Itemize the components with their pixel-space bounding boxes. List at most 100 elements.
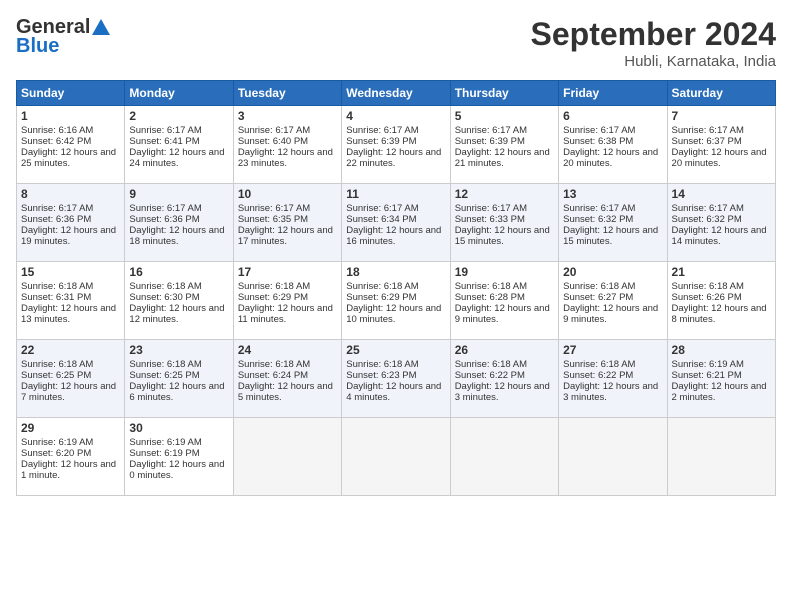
sunrise-text: Sunrise: 6:19 AM (21, 437, 93, 448)
sunrise-text: Sunrise: 6:18 AM (346, 359, 418, 370)
title-block: September 2024 Hubli, Karnataka, India (531, 16, 776, 70)
calendar-day-cell: 30Sunrise: 6:19 AMSunset: 6:19 PMDayligh… (125, 418, 233, 496)
day-number: 28 (672, 343, 771, 357)
sunrise-text: Sunrise: 6:18 AM (346, 281, 418, 292)
sunset-text: Sunset: 6:39 PM (455, 136, 525, 147)
day-number: 14 (672, 187, 771, 201)
day-number: 18 (346, 265, 445, 279)
daylight-text: Daylight: 12 hours and 15 minutes. (455, 225, 550, 247)
daylight-text: Daylight: 12 hours and 10 minutes. (346, 303, 441, 325)
calendar-day-cell: 29Sunrise: 6:19 AMSunset: 6:20 PMDayligh… (17, 418, 125, 496)
sunset-text: Sunset: 6:21 PM (672, 370, 742, 381)
sunrise-text: Sunrise: 6:17 AM (563, 125, 635, 136)
calendar-day-cell (233, 418, 341, 496)
sunset-text: Sunset: 6:35 PM (238, 214, 308, 225)
calendar-header-cell: Tuesday (233, 81, 341, 106)
daylight-text: Daylight: 12 hours and 3 minutes. (455, 381, 550, 403)
calendar-day-cell: 9Sunrise: 6:17 AMSunset: 6:36 PMDaylight… (125, 184, 233, 262)
sunset-text: Sunset: 6:23 PM (346, 370, 416, 381)
sunset-text: Sunset: 6:40 PM (238, 136, 308, 147)
daylight-text: Daylight: 12 hours and 6 minutes. (129, 381, 224, 403)
sunset-text: Sunset: 6:42 PM (21, 136, 91, 147)
day-number: 6 (563, 109, 662, 123)
calendar-day-cell: 7Sunrise: 6:17 AMSunset: 6:37 PMDaylight… (667, 106, 775, 184)
day-number: 2 (129, 109, 228, 123)
logo: General Blue (16, 16, 112, 58)
day-number: 3 (238, 109, 337, 123)
calendar-day-cell: 8Sunrise: 6:17 AMSunset: 6:36 PMDaylight… (17, 184, 125, 262)
calendar-day-cell: 1Sunrise: 6:16 AMSunset: 6:42 PMDaylight… (17, 106, 125, 184)
sunrise-text: Sunrise: 6:18 AM (238, 359, 310, 370)
day-number: 12 (455, 187, 554, 201)
calendar-header-cell: Sunday (17, 81, 125, 106)
daylight-text: Daylight: 12 hours and 24 minutes. (129, 147, 224, 169)
day-number: 11 (346, 187, 445, 201)
sunrise-text: Sunrise: 6:17 AM (21, 203, 93, 214)
calendar-week-row: 22Sunrise: 6:18 AMSunset: 6:25 PMDayligh… (17, 340, 776, 418)
calendar-day-cell: 14Sunrise: 6:17 AMSunset: 6:32 PMDayligh… (667, 184, 775, 262)
sunset-text: Sunset: 6:28 PM (455, 292, 525, 303)
daylight-text: Daylight: 12 hours and 16 minutes. (346, 225, 441, 247)
sunrise-text: Sunrise: 6:17 AM (238, 203, 310, 214)
sunrise-text: Sunrise: 6:17 AM (129, 125, 201, 136)
sunset-text: Sunset: 6:32 PM (563, 214, 633, 225)
daylight-text: Daylight: 12 hours and 15 minutes. (563, 225, 658, 247)
sunset-text: Sunset: 6:25 PM (129, 370, 199, 381)
calendar-day-cell: 18 Sunrise: 6:18 AMSunset: 6:29 PMDayligh… (342, 262, 450, 340)
month-title: September 2024 (531, 16, 776, 53)
calendar-day-cell (667, 418, 775, 496)
calendar-day-cell: 6Sunrise: 6:17 AMSunset: 6:38 PMDaylight… (559, 106, 667, 184)
calendar-day-cell (450, 418, 558, 496)
daylight-text: Daylight: 12 hours and 3 minutes. (563, 381, 658, 403)
sunrise-text: Sunrise: 6:16 AM (21, 125, 93, 136)
calendar-header-cell: Friday (559, 81, 667, 106)
sunrise-text: Sunrise: 6:18 AM (21, 359, 93, 370)
calendar-week-row: 8 Sunrise: 6:17 AM Sunset: 6:36 PM Daylight… (17, 184, 776, 262)
sunset-text: Sunset: 6:22 PM (563, 370, 633, 381)
sunset-text: Sunset: 6:29 PM (238, 292, 308, 303)
daylight-text: Daylight: 12 hours and 5 minutes. (238, 381, 333, 403)
calendar-day-cell: 13Sunrise: 6:17 AMSunset: 6:32 PMDayligh… (559, 184, 667, 262)
daylight-text: Daylight: 12 hours and 23 minutes. (238, 147, 333, 169)
daylight-text: Daylight: 12 hours and 13 minutes. (21, 303, 116, 325)
day-number: 5 (455, 109, 554, 123)
calendar-week-row: 29Sunrise: 6:19 AMSunset: 6:20 PMDayligh… (17, 418, 776, 496)
sunset-text: Sunset: 6:31 PM (21, 292, 91, 303)
header: General Blue September 2024 Hubli, Karna… (16, 16, 776, 70)
calendar-day-cell: 20Sunrise: 6:18 AMSunset: 6:27 PMDayligh… (559, 262, 667, 340)
calendar-day-cell: 25 Sunrise: 6:18 AMSunset: 6:23 PMDayligh… (342, 340, 450, 418)
day-number: 15 (21, 265, 120, 279)
day-number: 30 (129, 421, 228, 435)
sunset-text: Sunset: 6:25 PM (21, 370, 91, 381)
daylight-text: Daylight: 12 hours and 17 minutes. (238, 225, 333, 247)
day-number: 25 (346, 343, 445, 357)
calendar-day-cell: 17Sunrise: 6:18 AMSunset: 6:29 PMDayligh… (233, 262, 341, 340)
day-number: 4 (346, 109, 445, 123)
day-number: 16 (129, 265, 228, 279)
sunrise-text: Sunrise: 6:17 AM (455, 203, 527, 214)
calendar-day-cell: 21Sunrise: 6:18 AMSunset: 6:26 PMDayligh… (667, 262, 775, 340)
calendar-week-row: 1Sunrise: 6:16 AMSunset: 6:42 PMDaylight… (17, 106, 776, 184)
calendar-header-cell: Thursday (450, 81, 558, 106)
sunset-text: Sunset: 6:33 PM (455, 214, 525, 225)
calendar-week-row: 15Sunrise: 6:18 AMSunset: 6:31 PMDayligh… (17, 262, 776, 340)
sunset-text: Sunset: 6:39 PM (346, 136, 416, 147)
daylight-text: Daylight: 12 hours and 9 minutes. (455, 303, 550, 325)
sunrise-text: Sunrise: 6:17 AM (346, 125, 418, 136)
day-number: 21 (672, 265, 771, 279)
day-number: 23 (129, 343, 228, 357)
calendar-header-row: SundayMondayTuesdayWednesdayThursdayFrid… (17, 81, 776, 106)
calendar-day-cell: 28Sunrise: 6:19 AMSunset: 6:21 PMDayligh… (667, 340, 775, 418)
day-number: 9 (129, 187, 228, 201)
sunset-text: Sunset: 6:29 PM (346, 292, 416, 303)
daylight-text: Daylight: 12 hours and 4 minutes. (346, 381, 441, 403)
location-title: Hubli, Karnataka, India (531, 53, 776, 70)
day-number: 8 (21, 187, 120, 201)
sunset-text: Sunset: 6:36 PM (129, 214, 199, 225)
daylight-text: Daylight: 12 hours and 20 minutes. (563, 147, 658, 169)
sunset-text: Sunset: 6:32 PM (672, 214, 742, 225)
daylight-text: Daylight: 12 hours and 12 minutes. (129, 303, 224, 325)
sunrise-text: Sunrise: 6:17 AM (346, 203, 418, 214)
sunrise-text: Sunrise: 6:19 AM (672, 359, 744, 370)
sunset-text: Sunset: 6:30 PM (129, 292, 199, 303)
